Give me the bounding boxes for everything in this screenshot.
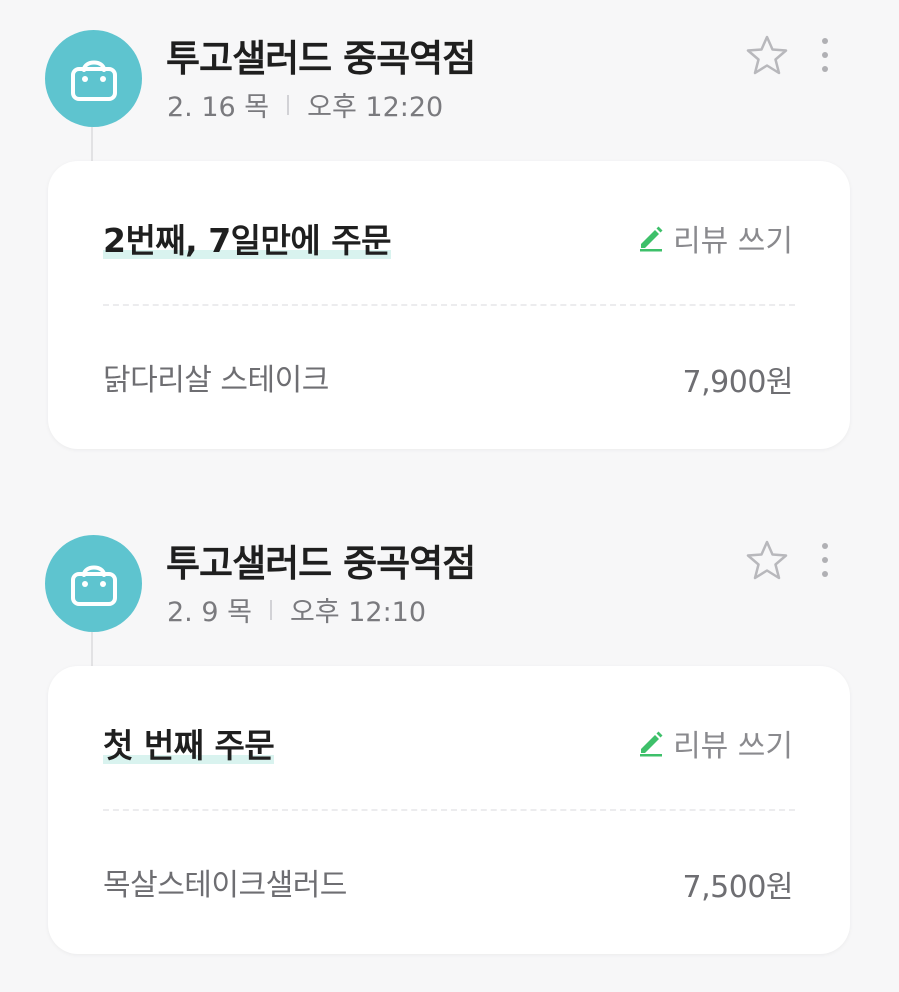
favorite-button[interactable] [745,33,789,77]
order-card[interactable]: 첫 번째 주문 리뷰 쓰기 목살스테이크샐러드 7,500원 [48,666,850,954]
order-datetime: 2. 16 목 오후 12:20 [167,85,443,124]
pencil-icon [640,731,663,757]
star-outline-icon [746,540,788,580]
order-date: 2. 9 목 [167,597,252,628]
order-datetime: 2. 9 목 오후 12:10 [167,590,426,629]
shopping-bag-icon [45,30,142,127]
meta-separator [269,599,272,620]
store-name[interactable]: 투고샐러드 중곡역점 [166,28,476,82]
star-outline-icon [746,35,788,75]
menu-item-price: 7,900원 [682,365,794,400]
store-name[interactable]: 투고샐러드 중곡역점 [166,533,476,587]
card-divider [103,809,795,811]
write-review-button[interactable]: 리뷰 쓰기 [637,721,793,765]
shopping-bag-icon [45,535,142,632]
order-card[interactable]: 2번째, 7일만에 주문 리뷰 쓰기 닭다리살 스테이크 7,900원 [48,161,850,449]
order-history-entry: 투고샐러드 중곡역점 2. 9 목 오후 12:10 첫 번째 주문 리뷰 쓰기… [0,505,899,965]
order-history-entry: 투고샐러드 중곡역점 2. 16 목 오후 12:20 2번째, 7일만에 주문… [0,0,899,460]
more-options-button[interactable] [808,538,842,582]
order-count-label: 첫 번째 주문 [103,719,275,767]
more-vertical-icon [822,38,828,72]
favorite-button[interactable] [745,538,789,582]
order-time: 오후 12:10 [289,597,427,628]
menu-item-name: 닭다리살 스테이크 [103,363,329,398]
order-count-label: 2번째, 7일만에 주문 [103,214,391,262]
write-review-button[interactable]: 리뷰 쓰기 [637,216,793,260]
order-time: 오후 12:20 [307,92,444,123]
menu-item-price: 7,500원 [682,870,794,905]
write-review-label: 리뷰 쓰기 [673,729,793,764]
card-divider [103,304,795,306]
write-review-label: 리뷰 쓰기 [673,224,793,259]
more-options-button[interactable] [808,33,842,77]
more-vertical-icon [822,543,828,577]
menu-item-name: 목살스테이크샐러드 [103,868,347,903]
pencil-icon [640,226,663,252]
order-date: 2. 16 목 [167,92,270,123]
meta-separator [287,94,290,115]
